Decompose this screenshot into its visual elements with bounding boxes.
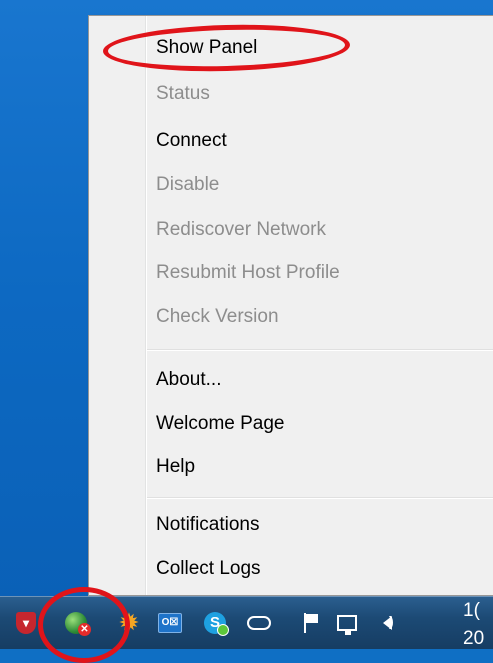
menu-separator bbox=[147, 349, 493, 351]
menu-item-notifications[interactable]: Notifications bbox=[156, 505, 493, 545]
clock-date: 20 bbox=[463, 628, 485, 649]
cloud-icon[interactable] bbox=[247, 611, 271, 635]
menu-item-disable[interactable]: Disable bbox=[156, 165, 493, 205]
menu-separator bbox=[147, 497, 493, 499]
menu-item-rediscover-network[interactable]: Rediscover Network bbox=[156, 210, 493, 250]
annotation-circle-tray-icon bbox=[38, 587, 130, 663]
network-icon[interactable] bbox=[335, 611, 359, 635]
shield-icon[interactable]: ▾ bbox=[14, 611, 38, 635]
outlook-icon-label: O☒ bbox=[158, 613, 182, 633]
menu-item-resubmit-host-profile[interactable]: Resubmit Host Profile bbox=[156, 253, 493, 293]
menu-item-status[interactable]: Status bbox=[156, 74, 493, 114]
menu-item-about[interactable]: About... bbox=[156, 360, 493, 400]
volume-icon[interactable]: ) bbox=[375, 611, 399, 635]
context-menu: Show Panel Status Connect Disable Redisc… bbox=[88, 15, 493, 596]
menu-item-connect[interactable]: Connect bbox=[156, 121, 493, 161]
menu-gutter-highlight bbox=[146, 16, 147, 595]
menu-item-collect-logs[interactable]: Collect Logs bbox=[156, 549, 493, 589]
skype-icon[interactable]: S bbox=[203, 611, 229, 636]
menu-item-check-version[interactable]: Check Version bbox=[156, 297, 493, 337]
flag-icon[interactable] bbox=[293, 611, 318, 635]
taskbar-clock[interactable]: 1( 20 bbox=[463, 599, 484, 651]
clock-time: 1( bbox=[463, 600, 480, 621]
menu-item-welcome-page[interactable]: Welcome Page bbox=[156, 404, 493, 444]
outlook-icon[interactable]: O☒ bbox=[158, 611, 182, 635]
menu-item-help[interactable]: Help bbox=[156, 447, 493, 487]
